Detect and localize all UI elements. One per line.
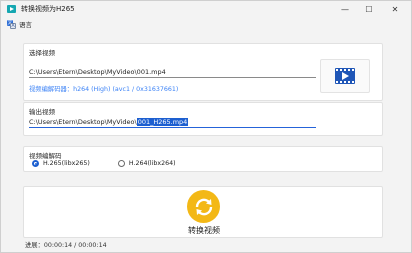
output-path-selected: 001_H265.mp4: [136, 118, 189, 126]
radio-h265-indicator[interactable]: [32, 160, 39, 167]
select-video-button[interactable]: [320, 59, 370, 93]
convert-refresh-icon: [187, 190, 220, 223]
translate-icon: 文 A: [7, 19, 16, 29]
output-video-label: 输出视频: [29, 108, 55, 116]
radio-h265-label: H.265(libx265): [43, 160, 90, 167]
encoder-label: 视频编解码: [29, 152, 62, 160]
maximize-button[interactable]: ☐: [357, 1, 381, 17]
codec-info-text: 视频编解码器：h264 (High) (avc1 / 0x31637661): [29, 86, 179, 93]
translate-icon-glyph-b: A: [10, 22, 16, 29]
app-icon: [7, 5, 16, 13]
convert-button[interactable]: 转换视频: [23, 186, 383, 238]
title-bar: 转换视频为H265 — ☐ ✕: [1, 1, 411, 17]
input-video-group: 选择视频 C:\Users\Etern\Desktop\MyVideo\001.…: [23, 43, 383, 101]
convert-label: 转换视频: [188, 226, 220, 235]
output-path-prefix: C:\Users\Etern\Desktop\MyVideo\: [29, 118, 137, 126]
close-button[interactable]: ✕: [383, 1, 407, 17]
output-path-field[interactable]: C:\Users\Etern\Desktop\MyVideo\ 001_H265.…: [29, 117, 316, 128]
minimize-button[interactable]: —: [333, 1, 357, 17]
radio-h265[interactable]: H.265(libx265): [32, 160, 90, 167]
radio-h264-indicator[interactable]: [117, 160, 125, 167]
language-menu[interactable]: 文 A 语言: [7, 19, 32, 29]
output-video-group: 输出视频 C:\Users\Etern\Desktop\MyVideo\ 001_…: [23, 102, 383, 136]
encoder-options: H.265(libx265) H.264(libx264): [32, 160, 176, 167]
app-window: 转换视频为H265 — ☐ ✕ 文 A 语言 选择视频 C:\Users\Ete…: [0, 0, 412, 253]
progress-status: 进展：00:00:14 / 00:00:14: [25, 242, 107, 249]
window-title: 转换视频为H265: [21, 5, 75, 13]
input-video-label: 选择视频: [29, 49, 55, 57]
radio-h264[interactable]: H.264(libx264): [117, 160, 176, 167]
video-file-icon: [335, 68, 355, 84]
menu-bar: 文 A 语言: [1, 17, 411, 31]
encoder-group: 视频编解码 H.265(libx265) H.264(libx264): [23, 146, 383, 172]
language-menu-label: 语言: [19, 21, 32, 29]
input-path-field[interactable]: C:\Users\Etern\Desktop\MyVideo\001.mp4: [29, 68, 316, 78]
radio-h264-label: H.264(libx264): [128, 160, 176, 167]
